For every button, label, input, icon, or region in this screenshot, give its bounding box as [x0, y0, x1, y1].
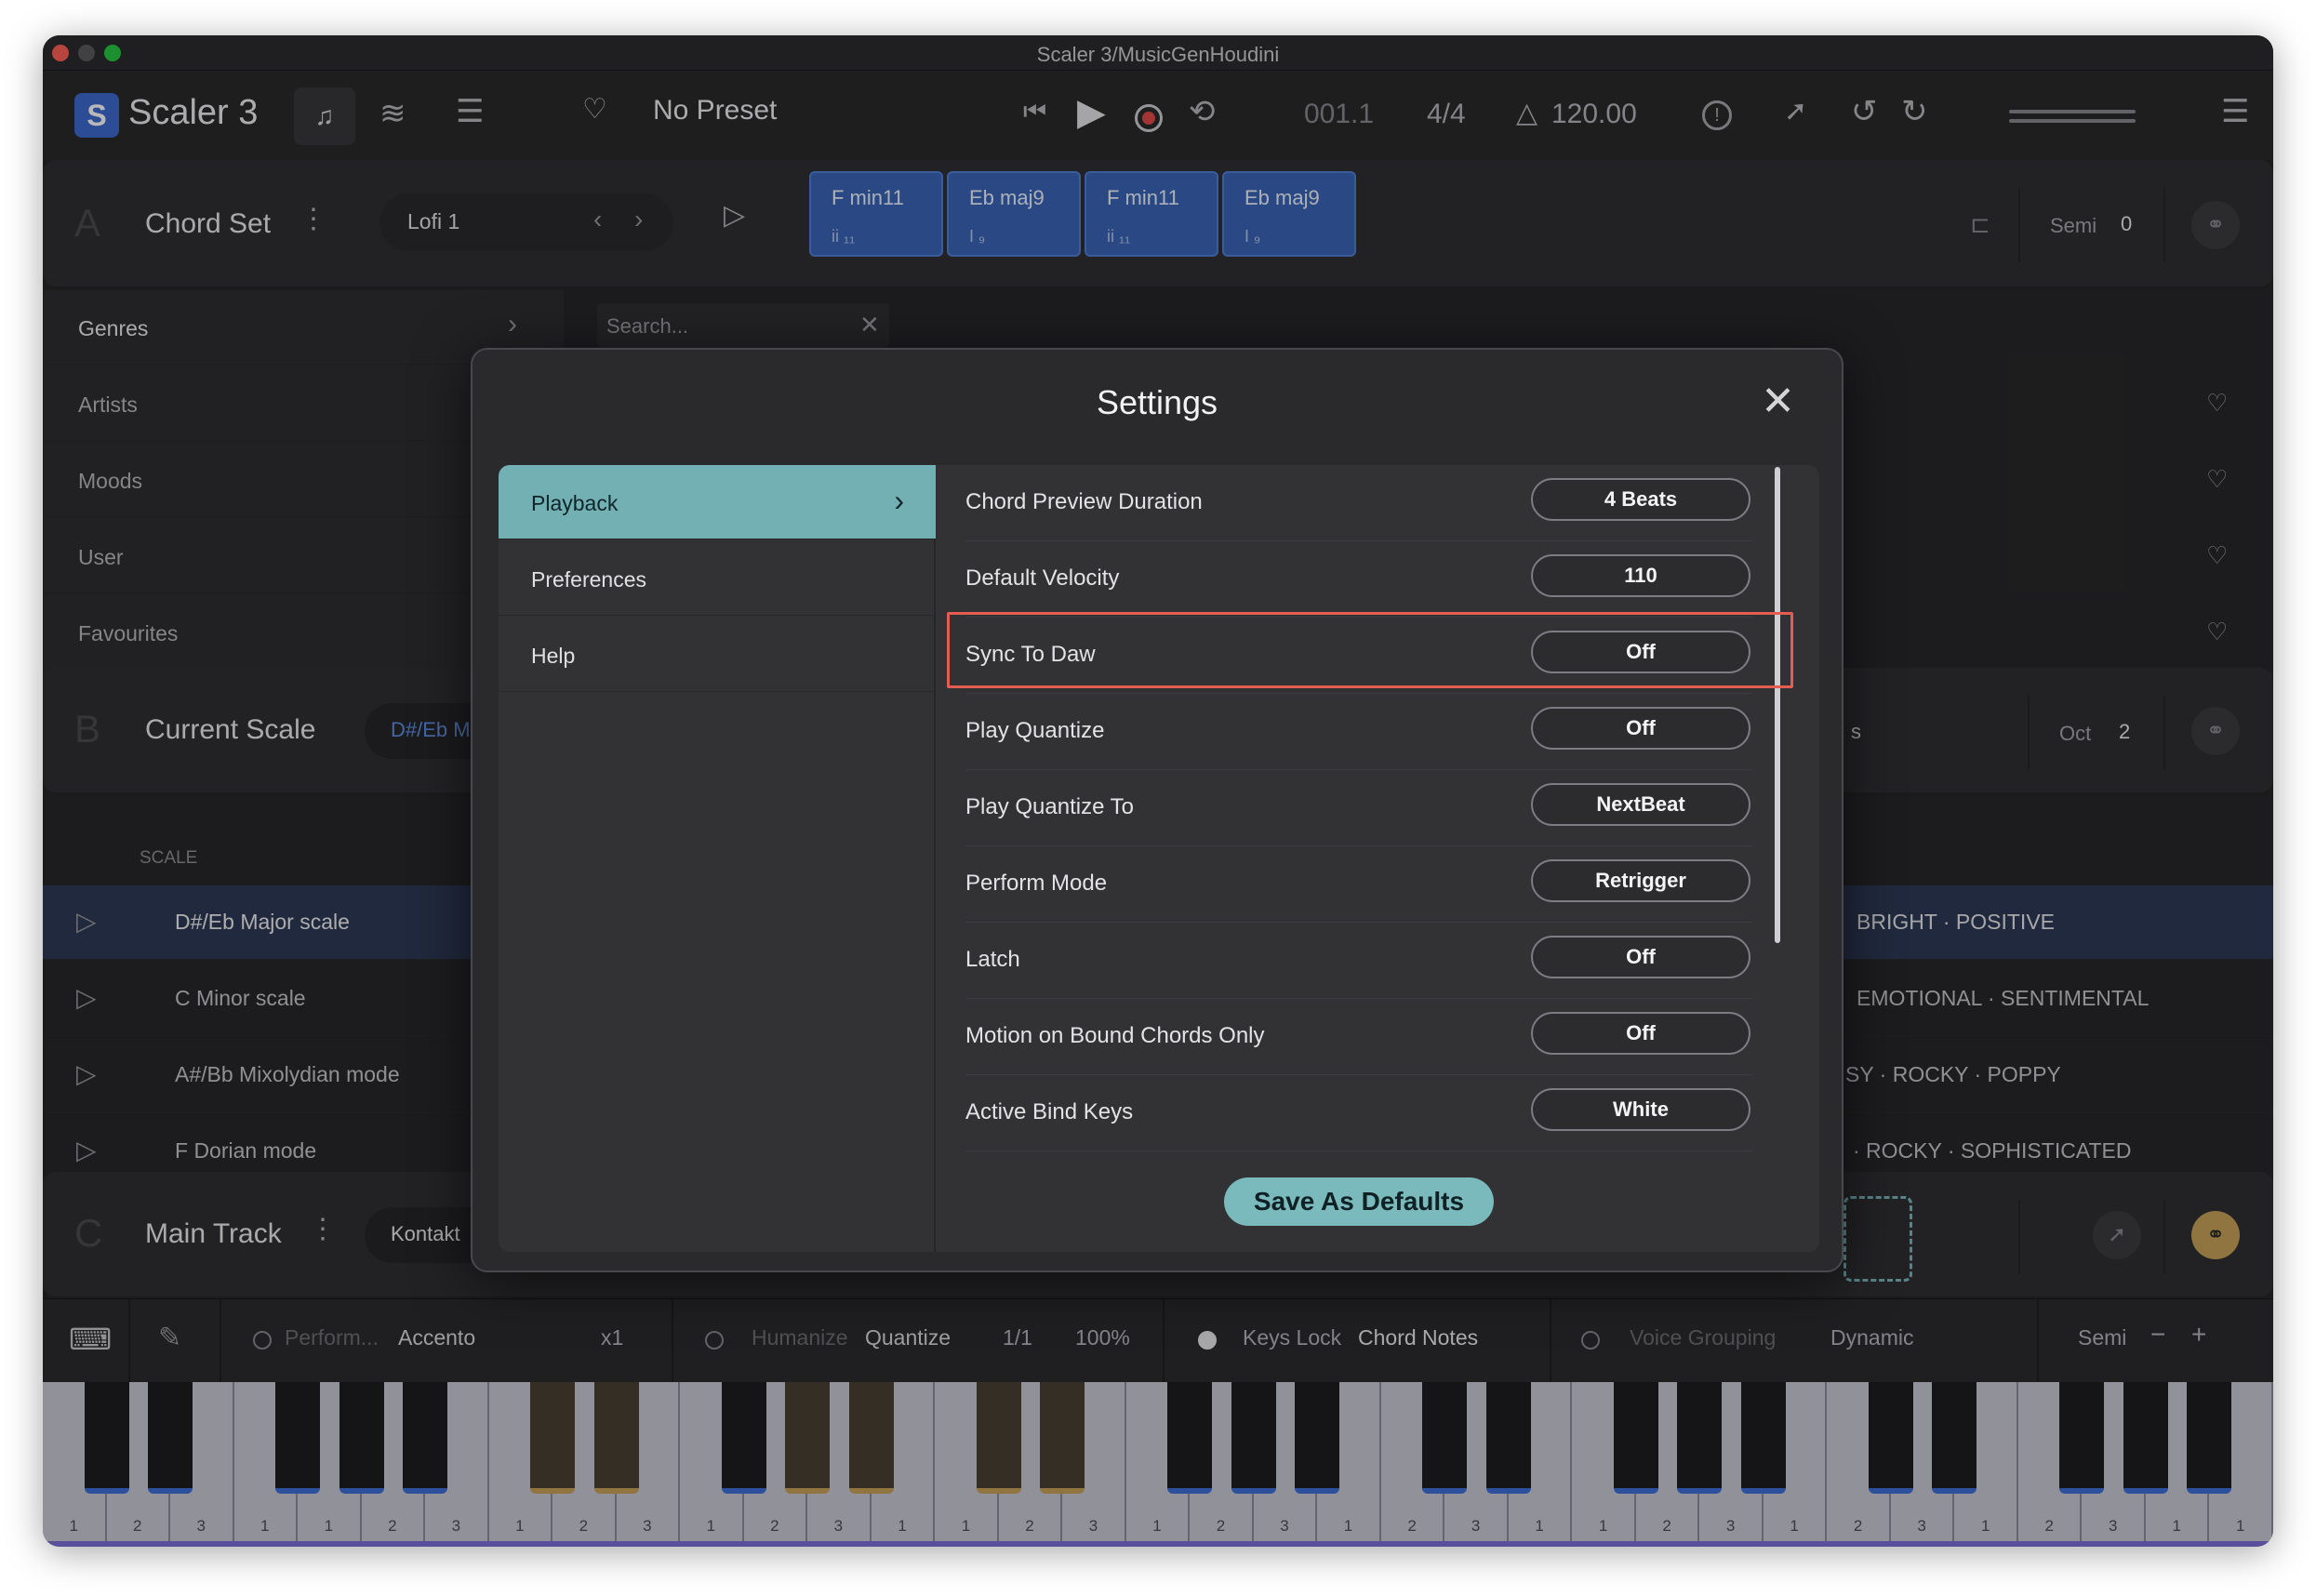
sync-to-daw-select[interactable]: Off [1531, 631, 1750, 673]
setting-play-quantize: Play Quantize Off [965, 694, 1752, 770]
default-velocity-select[interactable]: 110 [1531, 554, 1750, 597]
settings-nav: Playback › Preferences Help [499, 465, 936, 1252]
setting-chord-preview-duration: Chord Preview Duration 4 Beats [965, 465, 1752, 541]
app-window: Scaler 3/MusicGenHoudini S Scaler 3 ♫ ≋ … [43, 35, 2273, 1547]
chevron-right-icon: › [894, 484, 904, 517]
setting-motion-bound-chords: Motion on Bound Chords Only Off [965, 999, 1752, 1075]
setting-latch: Latch Off [965, 923, 1752, 999]
latch-select[interactable]: Off [1531, 936, 1750, 978]
settings-title: Settings [1096, 383, 1218, 421]
nav-preferences[interactable]: Preferences [499, 541, 936, 616]
motion-bound-chords-select[interactable]: Off [1531, 1012, 1750, 1055]
active-bind-keys-select[interactable]: White [1531, 1088, 1750, 1131]
save-as-defaults-button[interactable]: Save As Defaults [1224, 1177, 1494, 1226]
nav-playback[interactable]: Playback › [499, 465, 936, 539]
settings-dialog: Settings ✕ Playback › Preferences Help C… [471, 348, 1843, 1272]
chord-preview-duration-select[interactable]: 4 Beats [1531, 478, 1750, 521]
setting-default-velocity: Default Velocity 110 [965, 541, 1752, 618]
setting-active-bind-keys: Active Bind Keys White [965, 1075, 1752, 1151]
setting-perform-mode: Perform Mode Retrigger [965, 846, 1752, 923]
nav-help[interactable]: Help [499, 618, 936, 692]
setting-sync-to-daw: Sync To Daw Off [965, 618, 1752, 694]
close-icon[interactable]: ✕ [1761, 378, 1795, 425]
play-quantize-to-select[interactable]: NextBeat [1531, 783, 1750, 826]
settings-panel: Playback › Preferences Help Chord Previe… [499, 465, 1819, 1252]
perform-mode-select[interactable]: Retrigger [1531, 859, 1750, 902]
setting-play-quantize-to: Play Quantize To NextBeat [965, 770, 1752, 846]
play-quantize-select[interactable]: Off [1531, 707, 1750, 750]
settings-scrollbar[interactable] [1775, 467, 1780, 943]
